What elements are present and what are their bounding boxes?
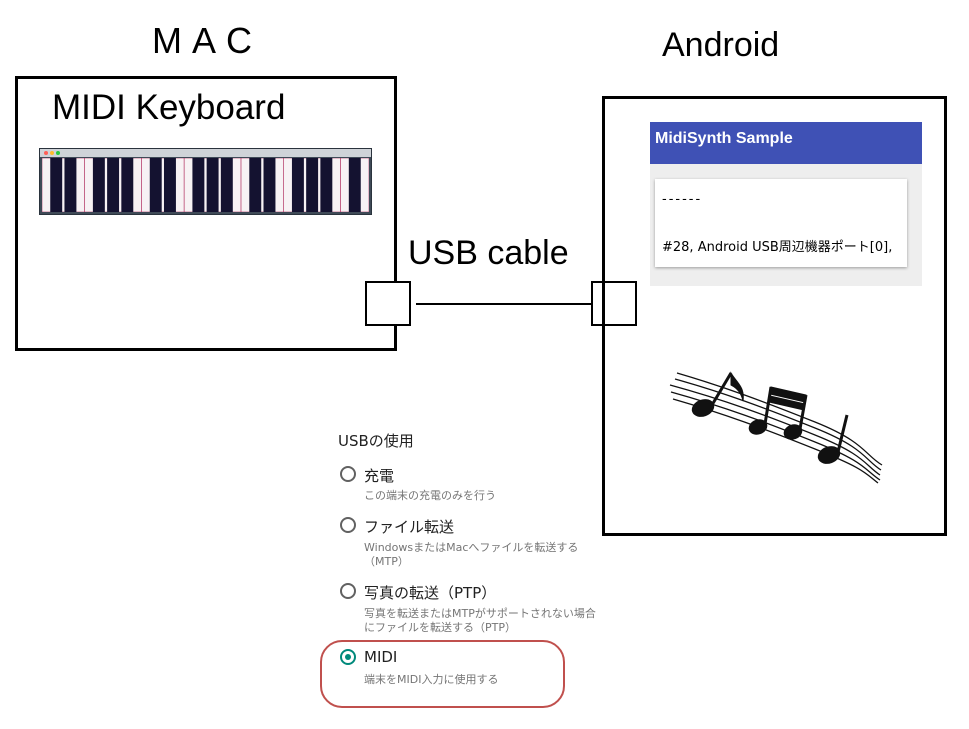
radio-unchecked-icon[interactable]: [340, 583, 356, 599]
black-key: [206, 158, 219, 212]
black-key: [92, 158, 105, 212]
black-key: [220, 158, 233, 212]
usb-cable-line: [416, 303, 591, 305]
mac-usb-port: [365, 281, 411, 326]
black-key: [263, 158, 276, 212]
app-bar-title: MidiSynth Sample: [650, 122, 922, 164]
midi-keyboard-window: [39, 148, 372, 215]
zoom-dot-icon: [56, 151, 60, 155]
option-file-transfer-label[interactable]: ファイル転送: [364, 516, 454, 537]
midi-keyboard-title: MIDI Keyboard: [52, 88, 286, 127]
radio-unchecked-icon[interactable]: [340, 517, 356, 533]
black-key: [107, 158, 120, 212]
keyboard-titlebar: [40, 149, 371, 157]
midi-option-highlight: [320, 640, 565, 708]
black-key: [64, 158, 77, 212]
usb-cable-label: USB cable: [408, 234, 569, 272]
black-key: [163, 158, 176, 212]
black-key: [149, 158, 162, 212]
black-key: [192, 158, 205, 212]
black-key: [121, 158, 134, 212]
minimize-dot-icon: [50, 151, 54, 155]
usb-settings-title: USBの使用: [338, 432, 414, 450]
piano-keys[interactable]: [42, 158, 369, 212]
music-notes-icon: [669, 371, 883, 484]
option-file-transfer-description: WindowsまたはMacへファイルを転送する（MTP）: [364, 541, 579, 568]
option-charge-description: この端末の充電のみを行う: [364, 489, 496, 502]
card-dashes: ------: [662, 192, 703, 207]
option-photo-transfer-description: 写真を転送またはMTPがサポートされない場合にファイルを転送する（PTP）: [364, 607, 596, 634]
mac-heading: MAC: [152, 20, 262, 61]
black-key: [348, 158, 361, 212]
option-photo-transfer-label[interactable]: 写真の転送（PTP）: [364, 582, 496, 603]
radio-unchecked-icon[interactable]: [340, 466, 356, 482]
black-key: [320, 158, 333, 212]
android-heading: Android: [662, 26, 780, 64]
usb-port-text: #28, Android USB周辺機器ポート[0],: [662, 240, 893, 255]
option-charge-label[interactable]: 充電: [364, 465, 394, 486]
black-key: [50, 158, 63, 212]
close-dot-icon: [44, 151, 48, 155]
black-key: [291, 158, 304, 212]
black-key: [249, 158, 262, 212]
black-key: [306, 158, 319, 212]
